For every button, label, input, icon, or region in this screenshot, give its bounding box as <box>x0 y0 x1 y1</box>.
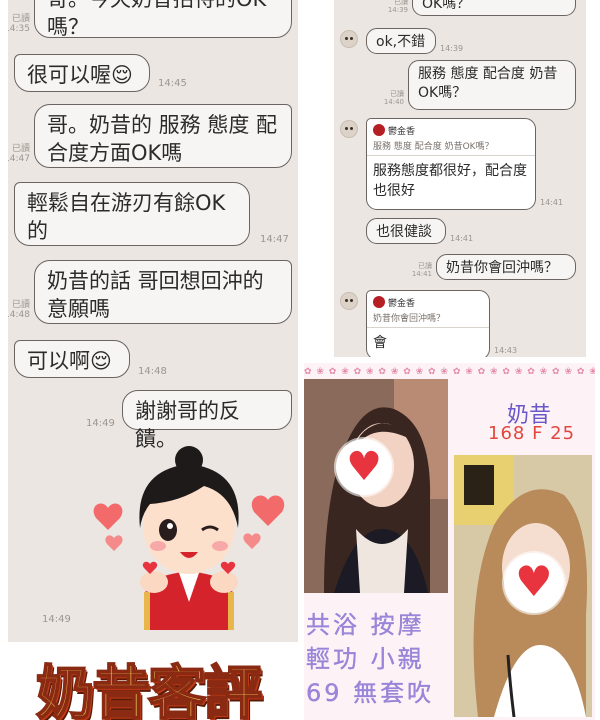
right-chat-panel: OK嗎？ 已讀 14:39 ok,不錯 14:39 服務 態度 配合度 奶昔OK嗎… <box>334 0 586 357</box>
contact-icon <box>373 296 385 308</box>
heart-icon: ♥ <box>346 444 382 490</box>
quoted-reply-bubble[interactable]: 鬱金香 服務 態度 配合度 奶昔OK嗎？ 服務態度都很好，配合度也很好 <box>366 118 536 210</box>
message-text: 服務態度都很好，配合度也很好 <box>373 163 527 199</box>
quote-text: 服務 態度 配合度 奶昔OK嗎？ <box>373 142 494 152</box>
chat-message-bubble[interactable]: 哥。今天奶昔招待的OK嗎？ <box>34 0 292 39</box>
services-line-2: 輕功 小親 <box>306 645 425 673</box>
message-time: 14:39 <box>440 44 464 53</box>
avatar[interactable] <box>340 30 358 48</box>
quote-divider <box>367 327 489 328</box>
message-text: OK嗎？ <box>422 0 471 12</box>
services-line-1: 共浴 按摩 <box>306 611 425 639</box>
contact-icon <box>373 124 385 136</box>
read-receipt: 已讀 14:39 <box>387 0 408 14</box>
quoted-reply-bubble[interactable]: 鬱金香 奶昔你會回沖嗎？ 會 <box>366 290 490 357</box>
chat-message-bubble[interactable]: 可以啊😌 <box>14 340 130 378</box>
heart-privacy-sticker: ♥ <box>504 553 564 613</box>
message-time: 14:49 <box>86 418 115 429</box>
avatar[interactable] <box>340 292 358 310</box>
message-text: 可以啊😌 <box>27 349 112 373</box>
chat-message-bubble[interactable]: OK嗎？ <box>412 0 576 16</box>
heart-privacy-sticker: ♥ <box>336 439 392 495</box>
chat-message-bubble[interactable]: 也很健談 <box>366 218 446 244</box>
message-text: 也很健談 <box>376 224 432 240</box>
message-text: 奶昔的話 哥回想回沖的意願嗎 <box>47 269 264 321</box>
review-banner: 奶昔客評 <box>30 642 300 720</box>
profile-card: ✿ ❀ ✿ ❀ ✿ ❀ ✿ ❀ ✿ ❀ ✿ ❀ ✿ ❀ ✿ ❀ ✿ ❀ ✿ ❀ … <box>304 363 595 720</box>
message-text: 哥。今天奶昔招待的OK嗎？ <box>47 0 266 39</box>
chat-message-bubble[interactable]: 哥。奶昔的 服務 態度 配合度方面OK嗎 <box>34 104 292 168</box>
avatar[interactable] <box>340 120 358 138</box>
quote-author: 鬱金香 <box>373 124 415 137</box>
message-time: 14:47 <box>260 234 289 245</box>
message-text: 奶昔你會回沖嗎？ <box>446 260 558 276</box>
mascot-sticker-image <box>93 446 285 630</box>
read-receipt: 已讀 14:40 <box>383 90 404 106</box>
read-receipt: 已讀14:48 <box>8 300 30 320</box>
chat-message-bubble[interactable]: 奶昔你會回沖嗎？ <box>436 254 576 280</box>
quote-divider <box>367 155 535 156</box>
chat-message-bubble[interactable]: 輕鬆自在游刃有餘OK的 <box>14 182 250 246</box>
message-text: 很可以喔😌 <box>27 63 133 87</box>
message-text: 服務 態度 配合度 奶昔OK嗎？ <box>418 66 558 101</box>
banner-title: 奶昔客評 <box>35 658 263 720</box>
message-text: 哥。奶昔的 服務 態度 配合度方面OK嗎 <box>47 113 278 165</box>
sticker-time: 14:49 <box>42 614 71 625</box>
heart-icon: ♥ <box>515 557 553 606</box>
chat-message-bubble[interactable]: 奶昔的話 哥回想回沖的意願嗎 <box>34 260 292 324</box>
profile-stats: 168 F 25 <box>488 423 576 444</box>
message-text: ok,不錯 <box>376 34 426 50</box>
chat-message-bubble[interactable]: 謝謝哥的反饋。 <box>122 390 292 451</box>
message-time: 14:41 <box>540 198 564 207</box>
message-time: 14:45 <box>158 78 187 89</box>
quote-text: 奶昔你會回沖嗎？ <box>373 314 446 324</box>
chat-message-bubble[interactable]: 很可以喔😌 <box>14 54 150 92</box>
message-time: 14:41 <box>450 234 474 243</box>
services-line-3: 69 無套吹 <box>306 679 435 707</box>
message-text: 會 <box>373 335 387 351</box>
message-text: 輕鬆自在游刃有餘OK的 <box>27 191 226 243</box>
chat-message-bubble[interactable]: ok,不錯 <box>366 28 436 54</box>
message-time: 14:43 <box>494 346 518 355</box>
flower-garland: ✿ ❀ ✿ ❀ ✿ ❀ ✿ ❀ ✿ ❀ ✿ ❀ ✿ ❀ ✿ ❀ ✿ ❀ ✿ ❀ … <box>304 367 595 377</box>
message-time: 14:48 <box>138 366 167 377</box>
read-receipt: 已讀 14:41 <box>411 262 432 278</box>
chat-message-bubble[interactable]: 服務 態度 配合度 奶昔OK嗎？ <box>408 60 576 110</box>
read-receipt: 已讀14:35 <box>8 14 30 34</box>
quote-author: 鬱金香 <box>373 296 415 309</box>
read-receipt: 已讀14:47 <box>8 144 30 164</box>
